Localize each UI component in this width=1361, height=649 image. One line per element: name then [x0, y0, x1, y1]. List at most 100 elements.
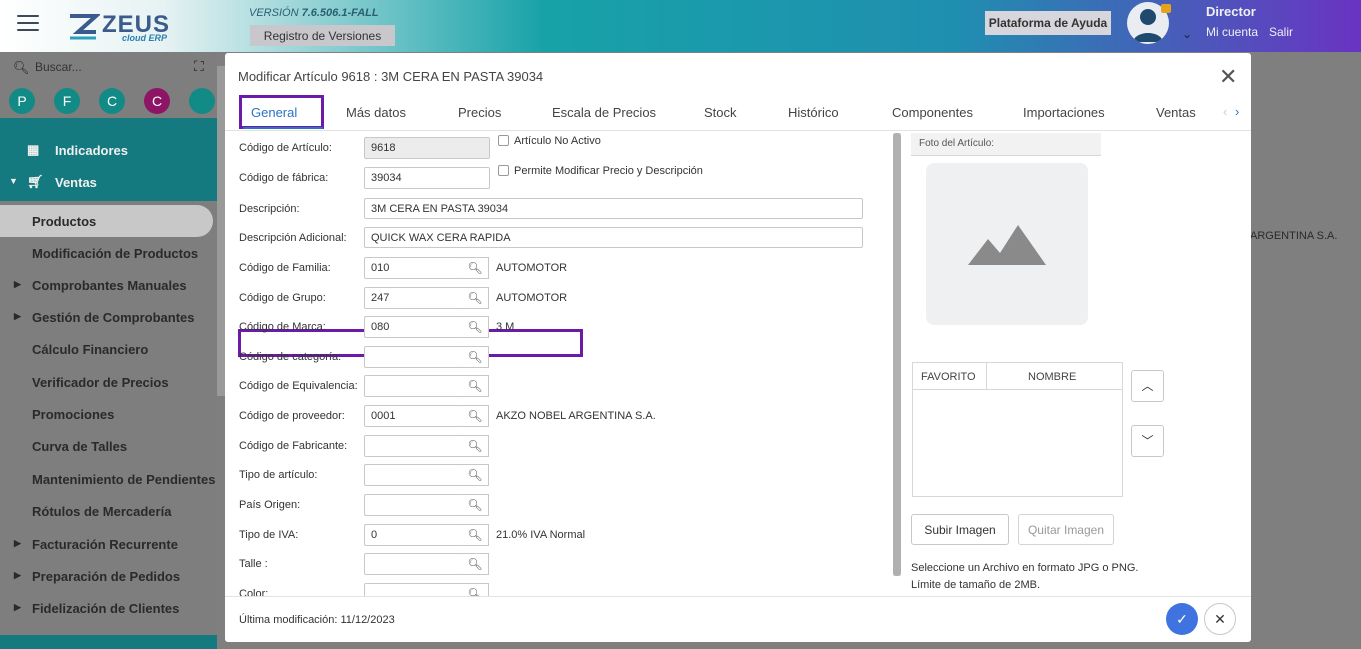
search-icon[interactable]: 🔍︎ — [462, 257, 489, 279]
sidebar-subitem[interactable]: ▶ Preparación de Pedidos — [0, 560, 217, 592]
no-activo-checkbox[interactable]: Artículo No Activo — [498, 135, 601, 147]
row-tipo-articulo: Tipo de artículo: 🔍︎ — [225, 464, 905, 486]
registro-versiones-button[interactable]: Registro de Versiones — [250, 25, 395, 46]
my-account-link[interactable]: Mi cuenta — [1206, 25, 1258, 39]
sidebar-search-input[interactable]: Buscar... — [35, 60, 82, 74]
label-descripcion: Descripción: — [239, 203, 300, 215]
quick-circle-c2[interactable]: C — [144, 88, 170, 114]
scroll-thumb[interactable] — [893, 133, 901, 576]
search-icon[interactable]: 🔍︎ — [462, 464, 489, 486]
tab-componentes[interactable]: Componentes — [892, 105, 973, 120]
search-icon[interactable]: 🔍︎ — [462, 346, 489, 368]
quick-circle-c[interactable]: C — [99, 88, 125, 114]
sidebar-subitem[interactable]: Rótulos de Mercadería — [0, 495, 217, 527]
sidebar-subitem[interactable]: Productos — [0, 205, 213, 237]
sidebar-item-indicadores[interactable]: ▦ Indicadores — [0, 134, 217, 166]
check-icon: ✓ — [1176, 611, 1188, 627]
quick-circle-f[interactable]: F — [54, 88, 80, 114]
tab-stock[interactable]: Stock — [704, 105, 737, 120]
descripcion-adicional-input[interactable] — [364, 227, 863, 248]
sidebar-subitem[interactable]: Curva de Talles — [0, 430, 217, 462]
sidebar-item-ventas[interactable]: ▼ 🛒︎ Ventas — [0, 166, 217, 198]
user-name: Director — [1206, 4, 1256, 19]
color-input[interactable] — [364, 583, 463, 596]
search-icon[interactable]: 🔍︎ — [462, 287, 489, 309]
label-familia: Código de Familia: — [239, 262, 331, 274]
search-icon[interactable]: 🔍︎ — [462, 435, 489, 457]
tab-escala-precios[interactable]: Escala de Precios — [552, 105, 656, 120]
fabricante-input[interactable] — [364, 435, 463, 457]
marca-input[interactable] — [364, 316, 463, 338]
label-equivalencia: Código de Equivalencia: — [239, 380, 358, 392]
tab-general[interactable]: General — [251, 105, 297, 120]
codigo-articulo-input — [364, 137, 490, 159]
upload-image-button[interactable]: Subir Imagen — [911, 514, 1009, 545]
cancel-button[interactable]: ✕ — [1204, 603, 1236, 635]
categoria-input[interactable] — [364, 346, 463, 368]
checkbox-box[interactable] — [498, 165, 509, 176]
label-proveedor: Código de proveedor: — [239, 410, 345, 422]
search-icon[interactable]: 🔍︎ — [462, 553, 489, 575]
proveedor-input[interactable] — [364, 405, 463, 427]
tab-scroll-right-icon[interactable]: › — [1235, 104, 1239, 119]
expand-icon[interactable]: ⛶ — [194, 58, 204, 75]
checkbox-box[interactable] — [498, 135, 509, 146]
caret-right-icon: ▶ — [14, 311, 21, 321]
hamburger-menu-icon[interactable] — [17, 15, 39, 33]
confirm-button[interactable]: ✓ — [1166, 603, 1198, 635]
search-icon[interactable]: 🔍︎ — [462, 494, 489, 516]
form-scrollbar[interactable] — [893, 133, 901, 576]
tab-ventas[interactable]: Ventas — [1156, 105, 1196, 120]
sidebar-subitem[interactable]: Mantenimiento de Pendientes — [0, 463, 217, 495]
sidebar-subitem[interactable]: Verificador de Precios — [0, 366, 217, 398]
sidebar-scrollbar[interactable] — [217, 66, 225, 396]
label-grupo: Código de Grupo: — [239, 292, 326, 304]
sidebar-subitem[interactable]: Promociones — [0, 398, 217, 430]
sidebar-subitem[interactable]: ▶ Fidelización de Clientes — [0, 592, 217, 624]
label-categoria: Código de categoría: — [239, 351, 342, 363]
sidebar-subitem[interactable]: ▶ Comprobantes Manuales — [0, 269, 217, 301]
cart-icon: 🛒︎ — [27, 174, 44, 189]
tab-scroll-left-icon[interactable]: ‹ — [1223, 104, 1227, 119]
help-platform-button[interactable]: Plataforma de Ayuda — [985, 11, 1111, 35]
sidebar-search[interactable]: 🔍︎ Buscar... ⛶ — [0, 52, 217, 82]
sidebar-subitem[interactable]: ▶ Facturación Recurrente — [0, 528, 217, 560]
marca-description: 3 M — [496, 321, 515, 333]
search-icon[interactable]: 🔍︎ — [462, 583, 489, 596]
sidebar-item-label: Indicadores — [55, 143, 128, 158]
sidebar-subitem-label: Fidelización de Clientes — [32, 601, 180, 616]
descripcion-input[interactable] — [364, 198, 863, 219]
sidebar-clientes-section[interactable] — [0, 635, 217, 649]
tab-historico[interactable]: Histórico — [788, 105, 839, 120]
sidebar-subitem-label: Preparación de Pedidos — [32, 569, 181, 584]
grupo-input[interactable] — [364, 287, 463, 309]
tab-mas-datos[interactable]: Más datos — [346, 105, 406, 120]
sidebar-subitem-label: Modificación de Productos — [32, 246, 199, 261]
quick-circle-p[interactable]: P — [9, 88, 35, 114]
chevron-down-icon[interactable]: ⌄ — [1182, 27, 1192, 41]
search-icon[interactable]: 🔍︎ — [462, 316, 489, 338]
search-icon[interactable]: 🔍︎ — [462, 524, 489, 546]
sidebar-subitem[interactable]: Modificación de Productos — [0, 237, 217, 269]
search-icon[interactable]: 🔍︎ — [462, 405, 489, 427]
sidebar-subitem[interactable]: ▶ Gestión de Comprobantes — [0, 301, 217, 333]
close-icon[interactable]: ✕ — [1219, 64, 1237, 90]
search-icon[interactable]: 🔍︎ — [462, 375, 489, 397]
equivalencia-input[interactable] — [364, 375, 463, 397]
sidebar-subitem[interactable]: Cálculo Financiero — [0, 333, 217, 365]
talle-input[interactable] — [364, 553, 463, 575]
move-down-button[interactable]: ﹀ — [1131, 425, 1164, 457]
familia-input[interactable] — [364, 257, 463, 279]
codigo-fabrica-input[interactable] — [364, 167, 490, 189]
pais-origen-input[interactable] — [364, 494, 463, 516]
move-up-button[interactable]: ︿ — [1131, 370, 1164, 402]
caret-right-icon: ▶ — [14, 538, 21, 548]
tipo-iva-input[interactable] — [364, 524, 463, 546]
logout-link[interactable]: Salir — [1269, 25, 1293, 39]
tipo-articulo-input[interactable] — [364, 464, 463, 486]
tab-importaciones[interactable]: Importaciones — [1023, 105, 1105, 120]
permite-modificar-checkbox[interactable]: Permite Modificar Precio y Descripción — [498, 165, 703, 177]
quick-circle-empty[interactable] — [189, 88, 215, 114]
tab-precios[interactable]: Precios — [458, 105, 501, 120]
remove-image-button[interactable]: Quitar Imagen — [1018, 514, 1114, 545]
